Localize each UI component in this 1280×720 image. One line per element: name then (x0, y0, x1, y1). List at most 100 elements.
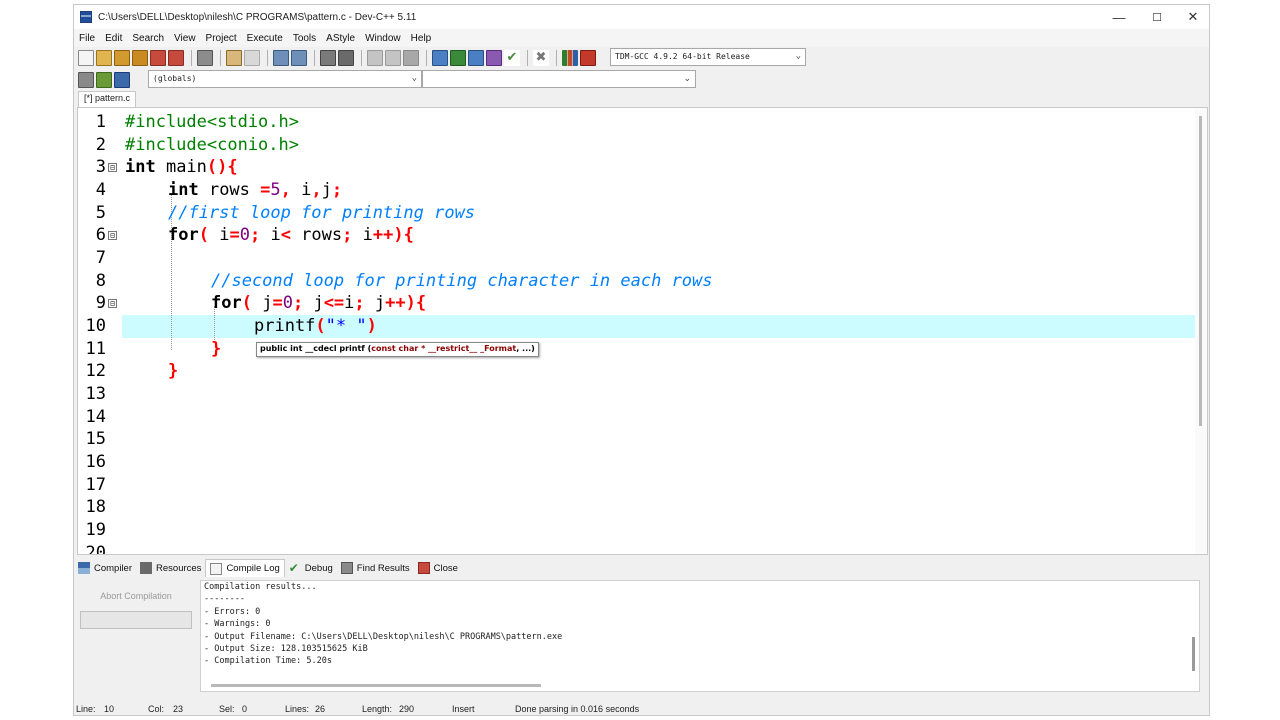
save-icon[interactable] (114, 50, 130, 66)
identifier: j (364, 293, 386, 313)
find-icon (340, 562, 353, 574)
open-file-icon[interactable] (96, 50, 112, 66)
toolbar-separator (527, 50, 528, 66)
status-line: 10 (104, 704, 115, 714)
run-icon[interactable] (450, 50, 466, 66)
identifier: main (155, 157, 207, 177)
fold-toggle-icon[interactable]: ⊟ (108, 231, 117, 240)
bookmark-icon[interactable] (338, 50, 354, 66)
menu-help[interactable]: Help (406, 33, 437, 44)
compiler-select[interactable]: TDM-GCC 4.9.2 64-bit Release ⌄ (610, 48, 806, 66)
log-vertical-scrollbar[interactable] (1192, 637, 1195, 671)
debug-icon[interactable] (580, 50, 596, 66)
tab-compiler[interactable]: Compiler (74, 559, 136, 577)
goto-definition-icon[interactable] (96, 72, 112, 88)
menu-window[interactable]: Window (360, 33, 406, 44)
rebuild-all-icon[interactable] (486, 50, 502, 66)
window-title: C:\Users\DELL\Desktop\nilesh\C PROGRAMS\… (98, 11, 417, 23)
status-length-label: Length: (362, 704, 393, 714)
line-number: 10 (85, 316, 106, 336)
compilation-progress-bar (80, 611, 192, 629)
tab-close[interactable]: Close (414, 559, 462, 577)
check-icon: ✔ (288, 561, 299, 575)
fold-toggle-icon[interactable]: ⊟ (108, 163, 117, 172)
number: 5 (270, 180, 281, 200)
menu-view[interactable]: View (169, 33, 201, 44)
code-comment: //first loop for printing rows (168, 203, 476, 223)
log-line: - Compilation Time: 5.20s (204, 656, 332, 667)
symbol-select[interactable]: ⌄ (422, 70, 696, 88)
line-number: 11 (85, 339, 106, 359)
menu-search[interactable]: Search (127, 33, 169, 44)
close-file-icon[interactable] (150, 50, 166, 66)
new-file-icon[interactable] (78, 50, 94, 66)
unindent-icon[interactable] (385, 50, 401, 66)
menu-project[interactable]: Project (201, 33, 242, 44)
operator: (){ (206, 157, 238, 177)
tab-label: Compiler (94, 562, 133, 574)
abort-compilation-button[interactable]: Abort Compilation (80, 585, 192, 607)
log-line: - Output Size: 128.103515625 KiB (204, 644, 368, 655)
operator: , (311, 180, 322, 200)
chevron-down-icon: ⌄ (795, 51, 801, 61)
code-line: #include<conio.h> (125, 135, 299, 155)
code-editor[interactable]: 1 2 3 ⊟ 4 5 6 ⊟ 7 8 9 ⊟ 10 11 12 13 14 1… (77, 107, 1208, 555)
toolbar-separator (314, 50, 315, 66)
tab-find-results[interactable]: Find Results (337, 559, 414, 577)
editor-vertical-scrollbar[interactable] (1195, 108, 1207, 554)
toggle-comment-icon[interactable] (403, 50, 419, 66)
chevron-down-icon: ⌄ (411, 73, 417, 83)
save-all-icon[interactable] (132, 50, 148, 66)
close-all-icon[interactable] (168, 50, 184, 66)
maximize-button[interactable]: ☐ (1139, 5, 1175, 29)
class-browser-icon[interactable] (114, 72, 130, 88)
identifier: i (344, 293, 355, 313)
scope-select-value: (globals) (153, 74, 197, 83)
profile-icon[interactable] (562, 50, 578, 66)
class-toolbar (78, 69, 132, 91)
scope-select[interactable]: (globals) ⌄ (148, 70, 422, 88)
status-bar: Line: 10 Col: 23 Sel: 0 Lines: 26 Length… (74, 703, 1209, 715)
identifier: i (260, 225, 281, 245)
menu-bar: File Edit Search View Project Execute To… (74, 29, 1209, 47)
identifier: printf (254, 316, 316, 336)
operator: ; (292, 293, 304, 313)
syntax-check-icon[interactable]: ✔ (504, 50, 520, 66)
menu-astyle[interactable]: AStyle (321, 33, 360, 44)
goto-line-icon[interactable] (320, 50, 336, 66)
identifier: j (303, 293, 324, 313)
stop-execution-icon[interactable]: ✖ (533, 50, 549, 66)
line-number: 2 (95, 135, 106, 155)
redo-icon[interactable] (244, 50, 260, 66)
compile-log-output[interactable]: Compilation results... -------- - Errors… (200, 580, 1200, 692)
devcpp-window: C:\Users\DELL\Desktop\nilesh\C PROGRAMS\… (73, 4, 1210, 716)
editor-scroll-thumb[interactable] (1199, 116, 1202, 426)
replace-icon[interactable] (291, 50, 307, 66)
find-icon[interactable] (273, 50, 289, 66)
indent-icon[interactable] (367, 50, 383, 66)
goto-declaration-icon[interactable] (78, 72, 94, 88)
minimize-button[interactable]: — (1101, 5, 1137, 29)
keyword: int (168, 180, 199, 200)
menu-edit[interactable]: Edit (100, 33, 127, 44)
editor-tab-pattern-c[interactable]: [*] pattern.c (78, 91, 137, 107)
close-window-button[interactable]: ✕ (1175, 5, 1209, 29)
undo-icon[interactable] (226, 50, 242, 66)
line-number: 13 (85, 384, 106, 404)
print-icon[interactable] (197, 50, 213, 66)
menu-file[interactable]: File (74, 33, 100, 44)
compile-run-icon[interactable] (468, 50, 484, 66)
fold-toggle-icon[interactable]: ⊟ (108, 299, 117, 308)
tab-resources[interactable]: Resources (136, 559, 205, 577)
tab-compile-log[interactable]: Compile Log (205, 559, 285, 577)
compile-icon[interactable] (432, 50, 448, 66)
line-number: 5 (95, 203, 106, 223)
log-horizontal-scrollbar[interactable] (211, 684, 541, 687)
status-sel: 0 (242, 704, 248, 714)
tab-debug[interactable]: ✔ Debug (285, 559, 337, 577)
identifier: j (251, 293, 273, 313)
menu-tools[interactable]: Tools (288, 33, 321, 44)
menu-execute[interactable]: Execute (242, 33, 288, 44)
line-number: 14 (85, 407, 106, 427)
line-number: 1 (95, 112, 106, 132)
